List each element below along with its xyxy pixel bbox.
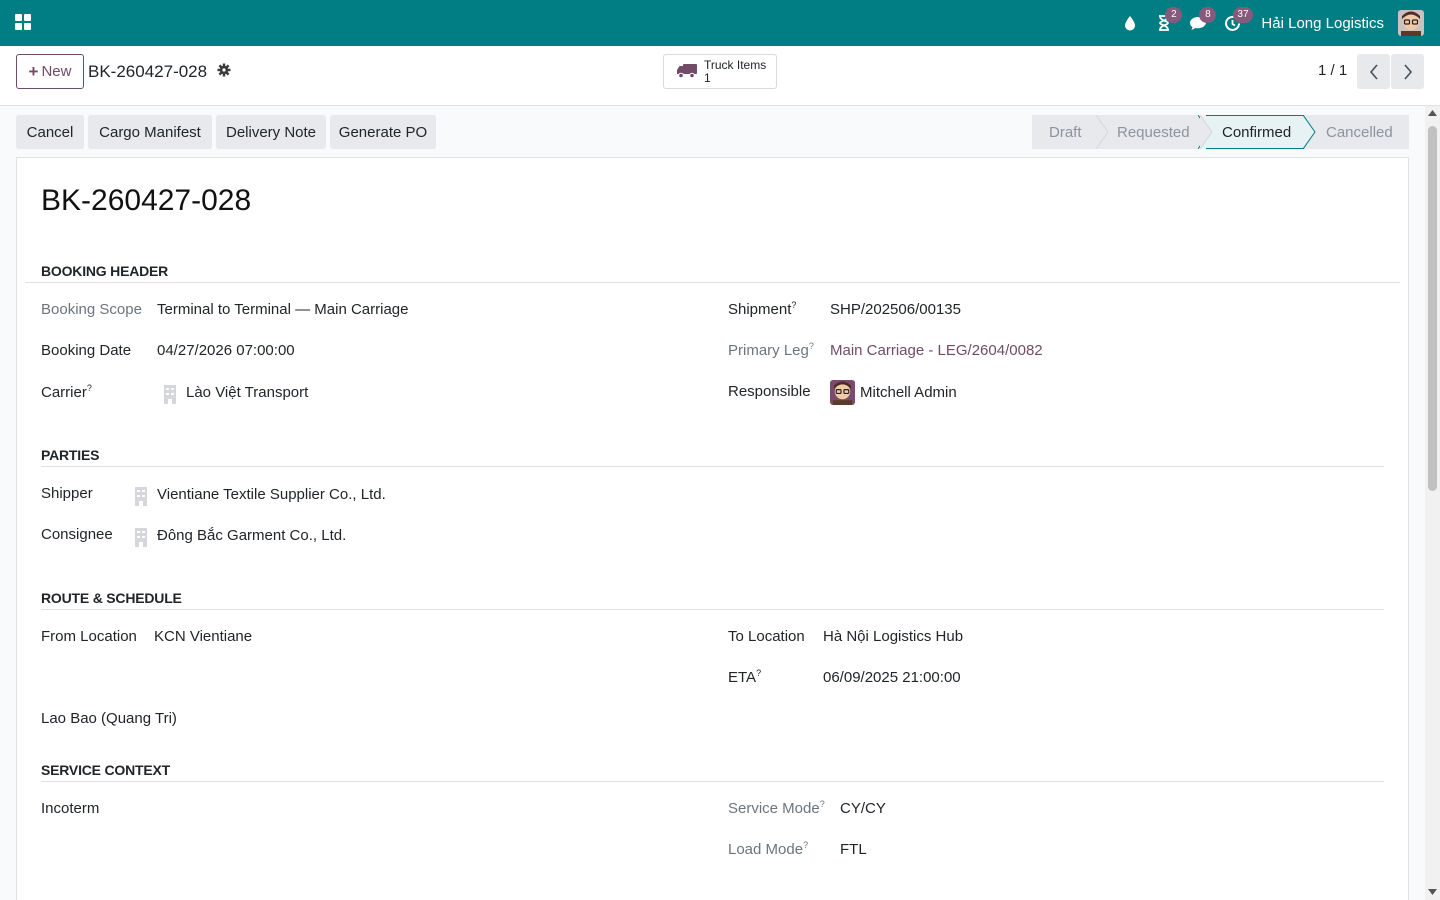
stage-draft-label: Draft bbox=[1049, 123, 1082, 141]
section-divider bbox=[25, 282, 1400, 283]
stage-confirmed[interactable]: Confirmed bbox=[1200, 115, 1316, 149]
apps-grid-icon[interactable] bbox=[14, 13, 34, 33]
shipper-label: Shipper bbox=[41, 485, 93, 502]
incoterm-label: Incoterm bbox=[41, 800, 100, 817]
responsible-avatar bbox=[830, 380, 855, 405]
pager-value: 1 / 1 bbox=[1318, 62, 1348, 79]
service-mode-label-text: Service Mode bbox=[728, 800, 820, 817]
eta-label-text: ETA bbox=[728, 669, 757, 686]
responsible-value[interactable]: Mitchell Admin bbox=[860, 384, 957, 401]
navbar-systray: 2 8 37 Hải Long Logistics bbox=[1113, 0, 1440, 46]
gear-icon[interactable] bbox=[217, 63, 233, 79]
status-bar: Draft Requested Confirmed Cancelled bbox=[1032, 115, 1409, 149]
responsible-label: Responsible bbox=[728, 383, 811, 400]
stage-cancelled[interactable]: Cancelled bbox=[1304, 115, 1409, 149]
messages-badge: 8 bbox=[1199, 7, 1217, 23]
section-divider bbox=[41, 466, 1384, 467]
booking-scope-label: Booking Scope bbox=[41, 301, 142, 318]
help-marker[interactable]: ? bbox=[803, 840, 808, 850]
record-title: BK-260427-028 bbox=[41, 184, 252, 217]
section-route-schedule: ROUTE & SCHEDULE bbox=[41, 590, 182, 606]
shipper-value[interactable]: Vientiane Textile Supplier Co., Ltd. bbox=[157, 486, 386, 503]
shipment-value[interactable]: SHP/202506/00135 bbox=[830, 301, 961, 318]
to-location-value[interactable]: Hà Nội Logistics Hub bbox=[823, 628, 963, 645]
help-marker[interactable]: ? bbox=[87, 383, 92, 393]
pager-previous-button[interactable] bbox=[1357, 54, 1390, 89]
scrollbar-thumb[interactable] bbox=[1428, 126, 1437, 491]
shipment-label-text: Shipment bbox=[728, 301, 792, 318]
section-divider bbox=[41, 609, 1384, 610]
primary-leg-label: Primary Leg? bbox=[728, 341, 814, 359]
primary-leg-label-text: Primary Leg bbox=[728, 342, 809, 359]
section-parties: PARTIES bbox=[41, 447, 100, 463]
company-building-icon bbox=[164, 385, 176, 404]
help-marker[interactable]: ? bbox=[820, 799, 825, 809]
chat-icon[interactable]: 8 bbox=[1181, 0, 1217, 46]
smart-button-count: 1 bbox=[704, 70, 711, 85]
company-building-icon bbox=[135, 487, 147, 506]
new-button[interactable]: + New bbox=[16, 54, 84, 89]
truck-items-smart-button[interactable]: Truck Items 1 bbox=[663, 54, 777, 89]
help-marker[interactable]: ? bbox=[756, 668, 761, 678]
chevron-right-icon bbox=[1403, 63, 1412, 80]
smart-button-label: Truck Items bbox=[704, 57, 767, 72]
generate-po-button[interactable]: Generate PO bbox=[330, 115, 436, 149]
eta-value[interactable]: 06/09/2025 21:00:00 bbox=[823, 669, 961, 686]
consignee-value[interactable]: Đông Bắc Garment Co., Ltd. bbox=[157, 527, 346, 544]
booking-date-label: Booking Date bbox=[41, 342, 132, 359]
via-location-value[interactable]: Lao Bao (Quang Tri) bbox=[41, 710, 177, 727]
from-location-value[interactable]: KCN Vientiane bbox=[154, 628, 252, 645]
vertical-scrollbar[interactable] bbox=[1425, 106, 1440, 900]
clock-badge: 37 bbox=[1233, 7, 1253, 23]
stage-confirmed-label: Confirmed bbox=[1222, 123, 1292, 141]
cargo-manifest-button[interactable]: Cargo Manifest bbox=[88, 115, 212, 149]
water-drop-icon[interactable] bbox=[1113, 0, 1147, 46]
new-button-label: New bbox=[41, 63, 72, 80]
to-location-label: To Location bbox=[728, 628, 805, 645]
section-divider bbox=[41, 781, 1384, 782]
pager-next-button[interactable] bbox=[1391, 54, 1424, 89]
section-booking-header: BOOKING HEADER bbox=[41, 263, 169, 279]
carrier-label-text: Carrier bbox=[41, 384, 87, 401]
cancel-button[interactable]: Cancel bbox=[16, 115, 84, 149]
scroll-down-icon[interactable] bbox=[1428, 889, 1437, 896]
load-mode-label: Load Mode? bbox=[728, 840, 808, 858]
stage-cancelled-label: Cancelled bbox=[1326, 123, 1393, 141]
user-avatar[interactable] bbox=[1398, 10, 1424, 36]
service-mode-label: Service Mode? bbox=[728, 799, 825, 817]
top-navbar: 2 8 37 Hải Long Logistics bbox=[0, 0, 1440, 46]
help-marker[interactable]: ? bbox=[791, 300, 796, 310]
scroll-up-icon[interactable] bbox=[1428, 110, 1437, 117]
carrier-value[interactable]: Lào Việt Transport bbox=[186, 384, 308, 401]
stage-draft[interactable]: Draft bbox=[1032, 115, 1108, 149]
carrier-label: Carrier? bbox=[41, 383, 92, 401]
load-mode-value[interactable]: FTL bbox=[840, 841, 867, 858]
from-location-label: From Location bbox=[41, 628, 137, 645]
company-switcher[interactable]: Hải Long Logistics bbox=[1261, 15, 1384, 32]
booking-scope-value[interactable]: Terminal to Terminal — Main Carriage bbox=[157, 301, 408, 318]
breadcrumb: BK-260427-028 bbox=[88, 62, 208, 81]
shipment-label: Shipment? bbox=[728, 300, 796, 318]
load-mode-label-text: Load Mode bbox=[728, 841, 804, 858]
company-building-icon bbox=[135, 528, 147, 547]
clock-activity-icon[interactable]: 37 bbox=[1215, 0, 1253, 46]
help-marker[interactable]: ? bbox=[809, 341, 814, 351]
primary-leg-link[interactable]: Main Carriage - LEG/2604/0082 bbox=[830, 342, 1043, 359]
hourglass-icon[interactable]: 2 bbox=[1147, 0, 1183, 46]
stage-requested[interactable]: Requested bbox=[1096, 115, 1212, 149]
booking-date-value[interactable]: 04/27/2026 07:00:00 bbox=[157, 342, 295, 359]
plus-icon: + bbox=[28, 61, 39, 81]
chevron-left-icon bbox=[1369, 63, 1378, 80]
section-service-context: SERVICE CONTEXT bbox=[41, 762, 170, 778]
service-mode-value[interactable]: CY/CY bbox=[840, 800, 886, 817]
delivery-note-button[interactable]: Delivery Note bbox=[216, 115, 326, 149]
control-panel: + New BK-260427-028 Truck Items 1 1 / 1 bbox=[0, 46, 1440, 106]
activity-badge: 2 bbox=[1165, 7, 1183, 23]
stage-requested-label: Requested bbox=[1117, 123, 1190, 141]
truck-icon bbox=[676, 62, 698, 82]
consignee-label: Consignee bbox=[41, 526, 113, 543]
eta-label: ETA? bbox=[728, 668, 761, 686]
